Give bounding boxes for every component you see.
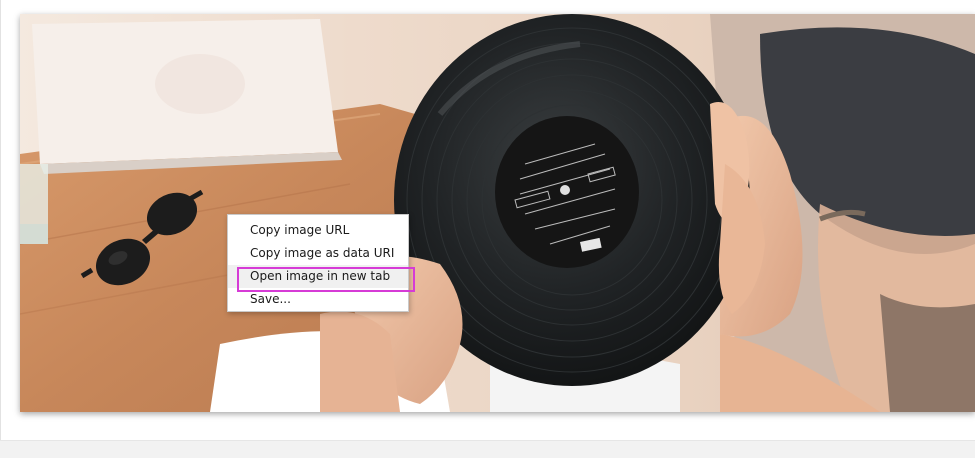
page-bottom-strip	[0, 440, 975, 458]
vinyl-record-photo[interactable]	[20, 14, 975, 412]
image-context-menu: Copy image URL Copy image as data URI Op…	[227, 214, 409, 312]
menu-item-copy-image-data-uri[interactable]: Copy image as data URI	[228, 242, 408, 265]
menu-item-open-image-new-tab[interactable]: Open image in new tab	[228, 265, 408, 288]
menu-item-save[interactable]: Save...	[228, 288, 408, 311]
menu-item-copy-image-url[interactable]: Copy image URL	[228, 219, 408, 242]
